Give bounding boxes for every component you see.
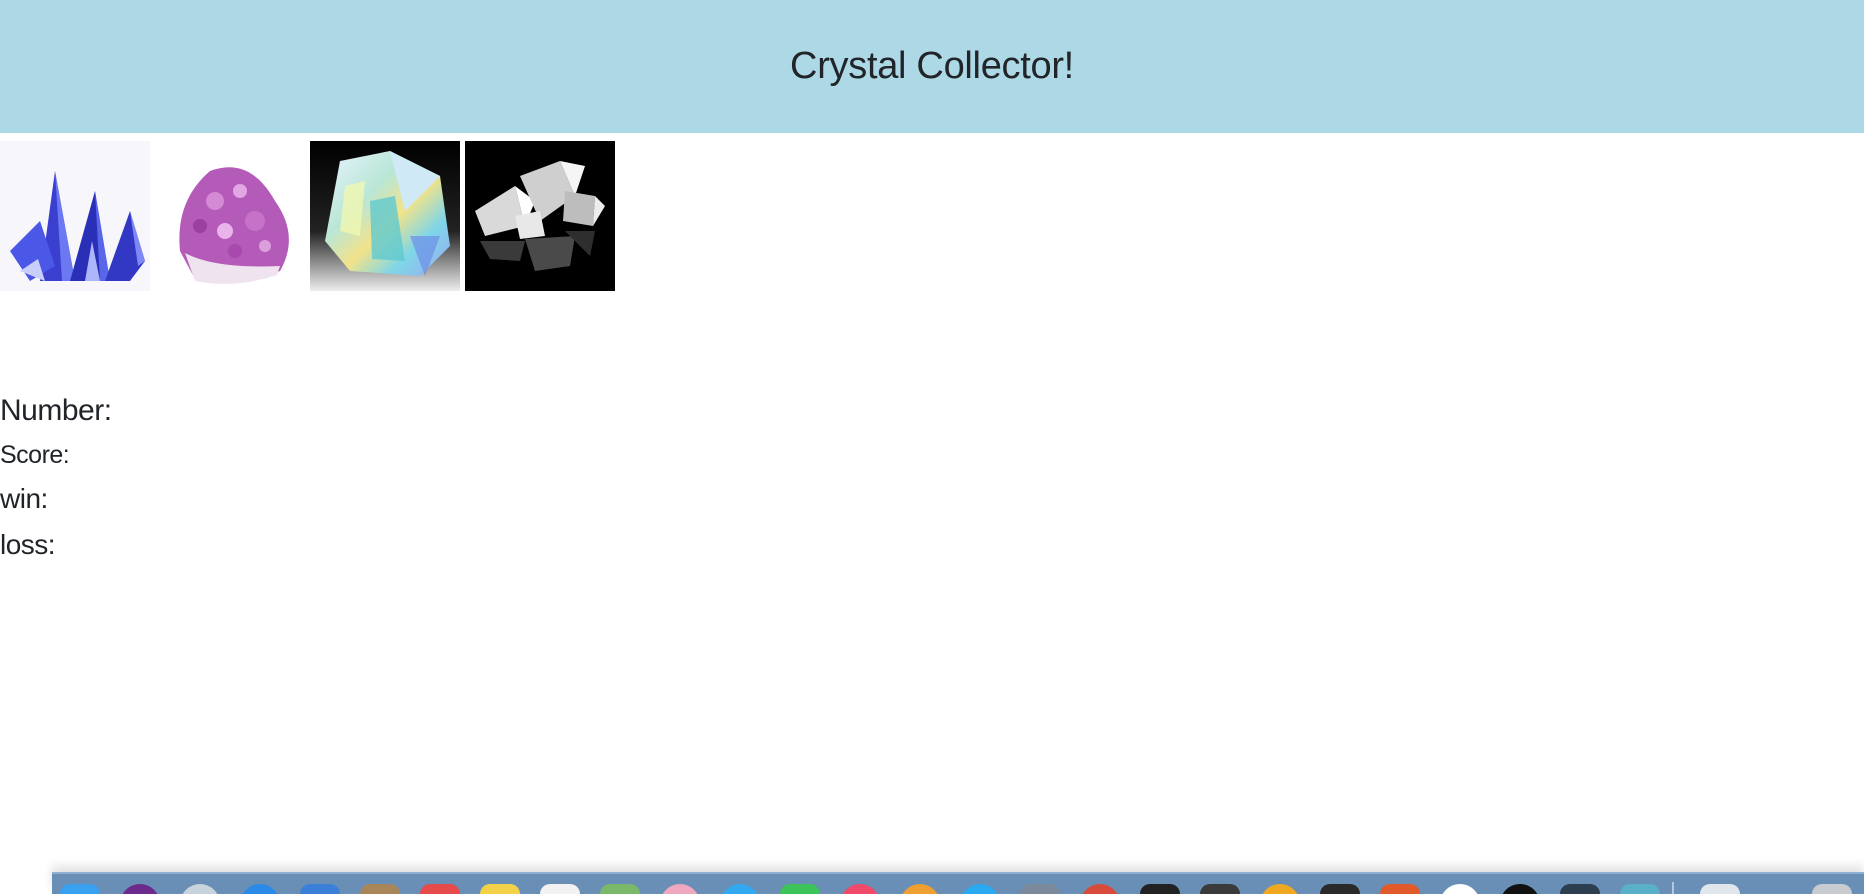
header-banner: Crystal Collector! [0,0,1864,133]
calendar-icon[interactable] [420,884,460,894]
photos-icon[interactable] [660,884,700,894]
amethyst-crystal-icon [155,141,305,291]
app-icon-red[interactable] [1080,884,1120,894]
maps-icon[interactable] [600,884,640,894]
downloads-icon[interactable] [1700,884,1740,894]
reminders-icon[interactable] [540,884,580,894]
dock-separator [1672,882,1674,894]
clear-quartz-crystal-icon [465,141,615,291]
score-label: Score: [0,441,70,469]
crystal-button-aura-quartz[interactable] [310,141,460,291]
page-title: Crystal Collector! [790,45,1074,87]
stats-panel: Number: Score: win: loss: [0,388,120,568]
app-icon-dark[interactable] [1200,884,1240,894]
messages-icon[interactable] [720,884,760,894]
safari-icon[interactable] [240,884,280,894]
finder-icon[interactable] [60,884,100,894]
blue-crystal-icon [0,141,150,291]
macos-dock [52,872,1864,894]
crystal-button-blue[interactable] [0,141,150,291]
app-store-icon[interactable] [960,884,1000,894]
number-label: Number: [0,394,112,427]
app-icon-slate[interactable] [1560,884,1600,894]
launchpad-icon[interactable] [180,884,220,894]
books-icon[interactable] [900,884,940,894]
contacts-icon[interactable] [360,884,400,894]
system-preferences-icon[interactable] [1020,884,1060,894]
crystal-button-amethyst[interactable] [155,141,305,291]
app-icon-black[interactable] [1320,884,1360,894]
win-label: win: [0,483,48,514]
crystal-button-clear-quartz[interactable] [465,141,615,291]
music-icon[interactable] [840,884,880,894]
app-icon-orange-dark[interactable] [1380,884,1420,894]
terminal-icon[interactable] [1140,884,1180,894]
app-icon-black-round[interactable] [1500,884,1540,894]
app-icon-teal[interactable] [1620,884,1660,894]
loss-label: loss: [0,529,56,560]
win-stat: win: [0,476,120,522]
crystal-row [0,141,620,291]
siri-icon[interactable] [120,884,160,894]
aura-quartz-crystal-icon [310,141,460,291]
app-icon-white[interactable] [1440,884,1480,894]
facetime-icon[interactable] [780,884,820,894]
loss-stat: loss: [0,522,120,568]
mail-icon[interactable] [300,884,340,894]
number-stat: Number: [0,388,120,434]
notes-icon[interactable] [480,884,520,894]
app-icon-orange[interactable] [1260,884,1300,894]
score-stat: Score: [0,434,120,476]
trash-icon[interactable] [1812,884,1852,894]
